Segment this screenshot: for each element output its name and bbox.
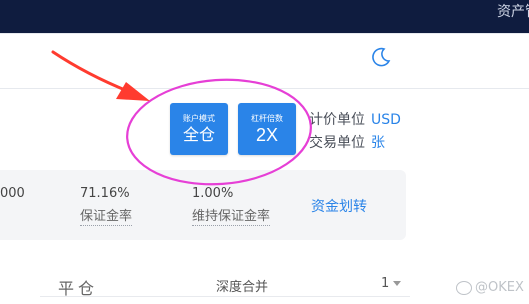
trade-unit-value[interactable]: 张 xyxy=(371,135,385,151)
leverage-button[interactable]: 杠杆倍数 2X xyxy=(238,103,296,155)
fund-transfer-link[interactable]: 资金划转 xyxy=(311,196,367,216)
top-nav-bar: 资产管 xyxy=(0,0,529,33)
moon-icon[interactable] xyxy=(370,46,392,68)
quote-unit-row: 计价单位 USD xyxy=(309,109,401,129)
quote-unit-label: 计价单位 xyxy=(309,112,365,128)
chevron-down-icon xyxy=(393,281,402,286)
margin-ratio-stat: 71.16% 保证金率 xyxy=(80,186,133,226)
account-mode-button[interactable]: 账户模式 全仓 xyxy=(170,103,228,155)
quote-unit-value[interactable]: USD xyxy=(371,112,401,128)
depth-merge-select[interactable]: 1 xyxy=(381,276,402,291)
partial-stat: 000 xyxy=(0,186,25,201)
trade-unit-label: 交易单位 xyxy=(309,135,365,151)
toolbar-divider xyxy=(0,88,529,89)
watermark: @OKEX xyxy=(456,280,524,295)
account-mode-caption: 账户模式 xyxy=(183,114,215,123)
margin-ratio-label: 保证金率 xyxy=(80,205,133,226)
orderbook-divider xyxy=(40,296,410,297)
margin-ratio-value: 71.16% xyxy=(80,186,130,201)
leverage-value: 2X xyxy=(255,125,279,145)
leverage-caption: 杠杆倍数 xyxy=(251,114,283,123)
trade-unit-row: 交易单位张 xyxy=(309,132,385,152)
weibo-icon xyxy=(456,280,472,295)
account-mode-value: 全仓 xyxy=(182,125,215,144)
maintenance-margin-stat: 1.00% 维持保证金率 xyxy=(192,186,271,226)
depth-merge-value: 1 xyxy=(381,276,390,291)
arrow-icon xyxy=(51,50,150,101)
watermark-text: @OKEX xyxy=(475,280,524,295)
depth-merge-label: 深度合并 xyxy=(216,280,269,295)
partial-stat-value: 000 xyxy=(0,186,25,201)
assets-menu[interactable]: 资产管 xyxy=(497,1,529,21)
header-divider xyxy=(0,33,529,34)
maintenance-margin-label: 维持保证金率 xyxy=(192,205,271,226)
maintenance-margin-value: 1.00% xyxy=(192,186,234,201)
